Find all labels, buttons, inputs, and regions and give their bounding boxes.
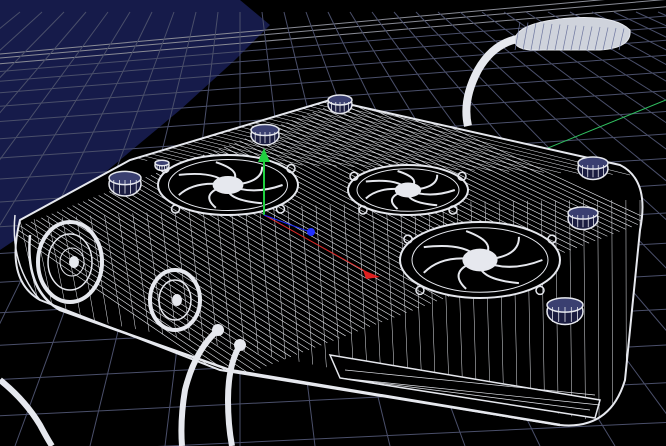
fan-1[interactable] bbox=[157, 154, 299, 216]
knob-6[interactable] bbox=[546, 297, 584, 326]
side-fan-left[interactable] bbox=[36, 220, 104, 304]
cable-2-plug bbox=[234, 339, 246, 351]
knob-2[interactable] bbox=[327, 94, 353, 115]
cable-1-plug bbox=[212, 324, 224, 336]
knob-5[interactable] bbox=[567, 206, 599, 231]
fan-2[interactable] bbox=[347, 164, 469, 216]
knob-1[interactable] bbox=[250, 123, 280, 146]
fan-3[interactable] bbox=[399, 221, 561, 299]
viewport-canvas[interactable] bbox=[0, 0, 666, 446]
gizmo-z-handle bbox=[307, 228, 315, 236]
3d-viewport[interactable] bbox=[0, 0, 666, 446]
knob-7[interactable] bbox=[154, 159, 170, 172]
knob-4[interactable] bbox=[577, 156, 609, 181]
fan-hub bbox=[394, 182, 422, 198]
knob-3[interactable] bbox=[108, 170, 142, 197]
fan-hub bbox=[462, 248, 498, 272]
fan-hub bbox=[212, 176, 244, 194]
knob-top bbox=[154, 159, 170, 167]
